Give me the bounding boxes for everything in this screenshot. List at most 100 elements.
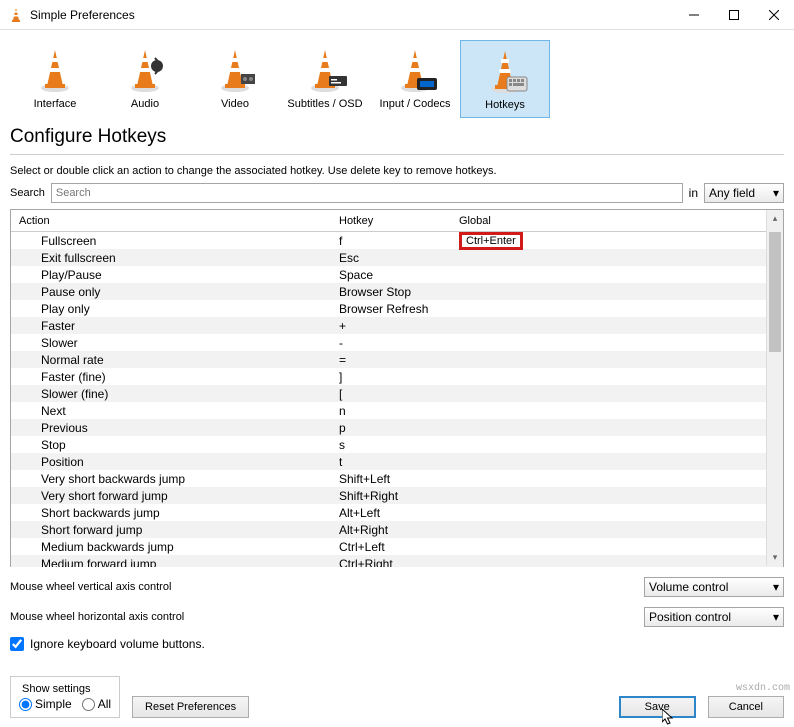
cone-video-icon xyxy=(211,46,259,94)
cell-action: Stop xyxy=(11,438,331,452)
cone-audio-icon xyxy=(121,46,169,94)
cone-subtitles-icon xyxy=(301,46,349,94)
table-row[interactable]: Very short forward jumpShift+Right xyxy=(11,487,783,504)
close-button[interactable] xyxy=(754,0,794,30)
scrollbar[interactable]: ▴ ▾ xyxy=(766,210,783,566)
cursor-icon xyxy=(662,709,676,727)
cell-action: Pause only xyxy=(11,285,331,299)
chevron-down-icon: ▾ xyxy=(773,186,779,200)
table-row[interactable]: Slower- xyxy=(11,334,783,351)
cell-hotkey: Shift+Right xyxy=(331,489,451,503)
wheel-h-select[interactable]: Position control▾ xyxy=(644,607,784,627)
scroll-down-icon[interactable]: ▾ xyxy=(767,549,783,566)
table-row[interactable]: Exit fullscreenEsc xyxy=(11,249,783,266)
page-heading: Configure Hotkeys xyxy=(10,126,784,148)
cell-global: Ctrl+Enter xyxy=(451,232,571,250)
cell-hotkey: ] xyxy=(331,370,451,384)
category-tab-interface[interactable]: Interface xyxy=(10,40,100,118)
cell-action: Short forward jump xyxy=(11,523,331,537)
table-row[interactable]: Faster+ xyxy=(11,317,783,334)
save-button[interactable]: Save xyxy=(619,696,696,718)
col-hotkey[interactable]: Hotkey xyxy=(331,215,451,227)
reset-preferences-button[interactable]: Reset Preferences xyxy=(132,696,249,718)
cell-hotkey: Shift+Left xyxy=(331,472,451,486)
category-tab-hotkeys[interactable]: Hotkeys xyxy=(460,40,550,118)
cell-action: Medium backwards jump xyxy=(11,540,331,554)
cell-action: Medium forward jump xyxy=(11,557,331,568)
scroll-thumb[interactable] xyxy=(769,232,781,352)
table-row[interactable]: Medium forward jumpCtrl+Right xyxy=(11,555,783,567)
table-row[interactable]: Play/PauseSpace xyxy=(11,266,783,283)
window-title: Simple Preferences xyxy=(30,8,674,22)
table-row[interactable]: Normal rate= xyxy=(11,351,783,368)
wheel-v-label: Mouse wheel vertical axis control xyxy=(10,581,644,593)
category-tab-subtitles-osd[interactable]: Subtitles / OSD xyxy=(280,40,370,118)
chevron-down-icon: ▾ xyxy=(773,580,779,594)
cell-hotkey: Alt+Left xyxy=(331,506,451,520)
maximize-button[interactable] xyxy=(714,0,754,30)
cell-hotkey: p xyxy=(331,421,451,435)
cone-codecs-icon xyxy=(391,46,439,94)
cell-action: Very short backwards jump xyxy=(11,472,331,486)
cell-hotkey: Ctrl+Left xyxy=(331,540,451,554)
cell-hotkey: - xyxy=(331,336,451,350)
radio-simple[interactable]: Simple xyxy=(19,697,72,711)
col-global[interactable]: Global xyxy=(451,215,571,227)
cell-action: Very short forward jump xyxy=(11,489,331,503)
table-row[interactable]: Previousp xyxy=(11,419,783,436)
cell-action: Next xyxy=(11,404,331,418)
cell-action: Previous xyxy=(11,421,331,435)
show-settings-group: Show settings Simple All xyxy=(10,676,120,718)
minimize-button[interactable] xyxy=(674,0,714,30)
search-input[interactable] xyxy=(51,183,683,203)
table-row[interactable]: Short backwards jumpAlt+Left xyxy=(11,504,783,521)
table-row[interactable]: Stops xyxy=(11,436,783,453)
cell-action: Position xyxy=(11,455,331,469)
chevron-down-icon: ▾ xyxy=(773,610,779,624)
cancel-button[interactable]: Cancel xyxy=(708,696,784,718)
table-row[interactable]: Pause onlyBrowser Stop xyxy=(11,283,783,300)
table-row[interactable]: Slower (fine)[ xyxy=(11,385,783,402)
table-row[interactable]: Positiont xyxy=(11,453,783,470)
cell-hotkey: t xyxy=(331,455,451,469)
cell-hotkey: Space xyxy=(331,268,451,282)
wheel-v-select[interactable]: Volume control▾ xyxy=(644,577,784,597)
cell-hotkey: n xyxy=(331,404,451,418)
hotkeys-table: Action Hotkey Global FullscreenfCtrl+Ent… xyxy=(10,209,784,567)
cell-hotkey: Esc xyxy=(331,251,451,265)
vlc-cone-icon xyxy=(8,7,24,23)
category-tab-audio[interactable]: Audio xyxy=(100,40,190,118)
cell-action: Slower (fine) xyxy=(11,387,331,401)
cell-hotkey: + xyxy=(331,319,451,333)
radio-all[interactable]: All xyxy=(82,697,111,711)
category-tab-video[interactable]: Video xyxy=(190,40,280,118)
category-tab-input-codecs[interactable]: Input / Codecs xyxy=(370,40,460,118)
table-row[interactable]: Nextn xyxy=(11,402,783,419)
search-label: Search xyxy=(10,187,45,199)
in-label: in xyxy=(689,186,698,200)
table-row[interactable]: FullscreenfCtrl+Enter xyxy=(11,232,783,249)
hint-text: Select or double click an action to chan… xyxy=(10,165,784,177)
search-field-select[interactable]: Any field▾ xyxy=(704,183,784,203)
table-row[interactable]: Play onlyBrowser Refresh xyxy=(11,300,783,317)
global-hotkey-highlight: Ctrl+Enter xyxy=(459,232,523,250)
cell-action: Faster xyxy=(11,319,331,333)
scroll-up-icon[interactable]: ▴ xyxy=(767,210,783,227)
wheel-h-label: Mouse wheel horizontal axis control xyxy=(10,611,644,623)
table-row[interactable]: Medium backwards jumpCtrl+Left xyxy=(11,538,783,555)
cell-hotkey: Alt+Right xyxy=(331,523,451,537)
table-row[interactable]: Very short backwards jumpShift+Left xyxy=(11,470,783,487)
cell-action: Play/Pause xyxy=(11,268,331,282)
table-row[interactable]: Short forward jumpAlt+Right xyxy=(11,521,783,538)
col-action[interactable]: Action xyxy=(11,215,331,227)
cone-hotkeys-icon xyxy=(481,47,529,95)
ignore-volume-checkbox[interactable]: Ignore keyboard volume buttons. xyxy=(10,637,784,651)
cell-hotkey: s xyxy=(331,438,451,452)
ignore-volume-input[interactable] xyxy=(10,637,24,651)
cone-interface-icon xyxy=(31,46,79,94)
cell-hotkey: [ xyxy=(331,387,451,401)
cell-action: Play only xyxy=(11,302,331,316)
cell-hotkey: = xyxy=(331,353,451,367)
category-tabs: Interface Audio Video Subtitles / OSD In… xyxy=(10,30,784,118)
table-row[interactable]: Faster (fine)] xyxy=(11,368,783,385)
